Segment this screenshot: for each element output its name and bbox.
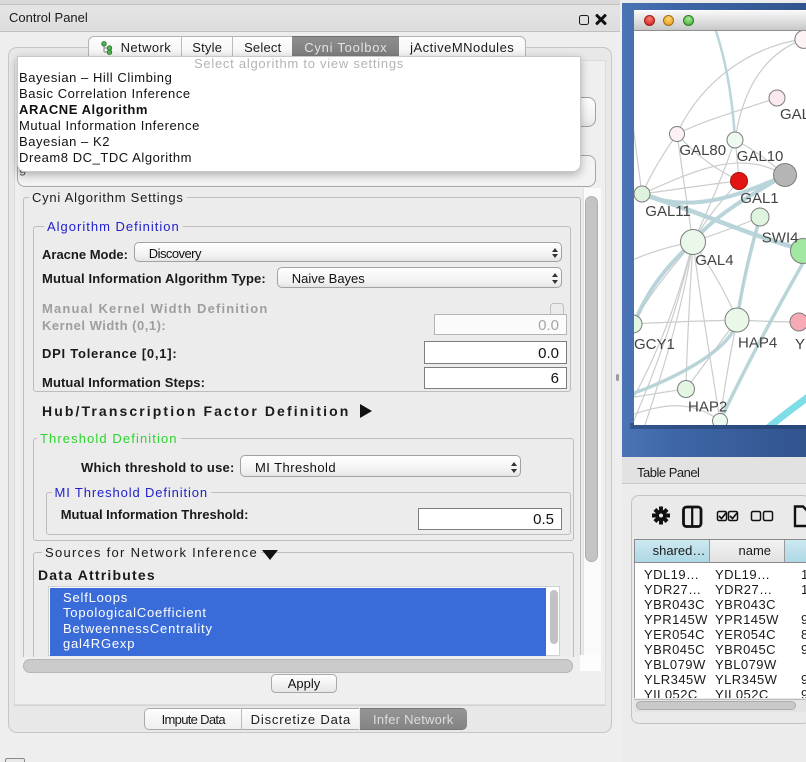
svg-text:GAL7: GAL7 — [780, 106, 806, 123]
svg-text:GAL4: GAL4 — [695, 252, 733, 269]
svg-text:GCY1: GCY1 — [634, 336, 675, 353]
svg-text:HAP4: HAP4 — [738, 335, 777, 352]
svg-text:GAL80: GAL80 — [679, 142, 726, 159]
svg-text:GAL11: GAL11 — [645, 203, 691, 220]
svg-text:Y: Y — [795, 336, 805, 353]
svg-text:HAP2: HAP2 — [688, 399, 727, 416]
svg-text:SWI4: SWI4 — [762, 230, 799, 247]
svg-text:GAL1: GAL1 — [740, 190, 778, 207]
svg-text:GAL10: GAL10 — [737, 148, 784, 165]
